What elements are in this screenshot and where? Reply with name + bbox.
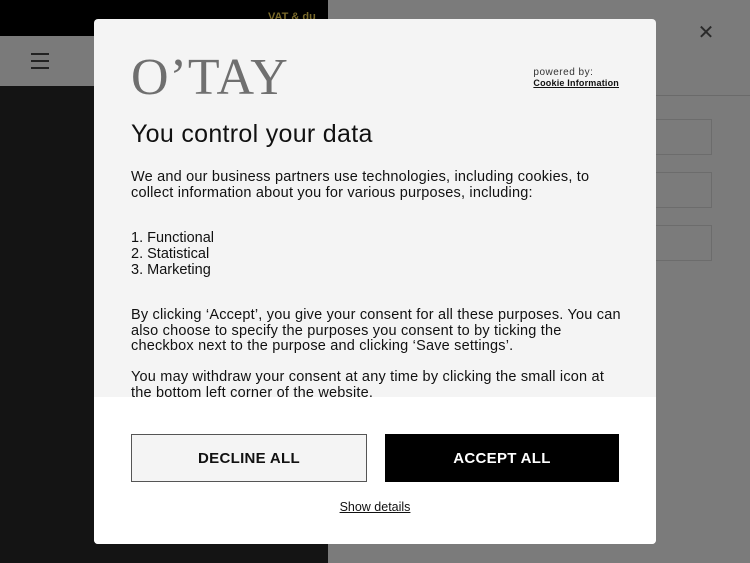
- purpose-item: 1. Functional: [131, 230, 215, 246]
- purpose-item: 2. Statistical: [131, 246, 210, 262]
- decline-all-button[interactable]: DECLINE ALL: [131, 434, 367, 482]
- brand-logo: O’TAY: [131, 49, 289, 106]
- purpose-list: 1. Functional 2. Statistical 3. Marketin…: [131, 230, 214, 278]
- powered-by-label: powered by:: [533, 67, 594, 78]
- accept-all-button[interactable]: ACCEPT ALL: [385, 434, 619, 482]
- withdraw-text: You may withdraw your consent at any tim…: [131, 369, 605, 397]
- dialog-footer: DECLINE ALL ACCEPT ALL Show details: [94, 397, 656, 544]
- consent-text: By clicking ‘Accept’, you give your cons…: [131, 307, 621, 354]
- intro-text: We and our business partners use technol…: [131, 169, 590, 201]
- dialog-title: You control your data: [131, 120, 373, 148]
- cookie-consent-dialog: O’TAY powered by: Cookie Information You…: [94, 19, 656, 544]
- hamburger-icon[interactable]: [31, 53, 49, 69]
- powered-by: powered by: Cookie Information: [533, 67, 619, 89]
- close-icon[interactable]: ✕: [697, 23, 715, 43]
- show-details-link[interactable]: Show details: [94, 500, 656, 514]
- purpose-item: 3. Marketing: [131, 262, 211, 278]
- consent-scroll-area[interactable]: O’TAY powered by: Cookie Information You…: [94, 19, 656, 398]
- cookie-information-link[interactable]: Cookie Information: [533, 78, 619, 89]
